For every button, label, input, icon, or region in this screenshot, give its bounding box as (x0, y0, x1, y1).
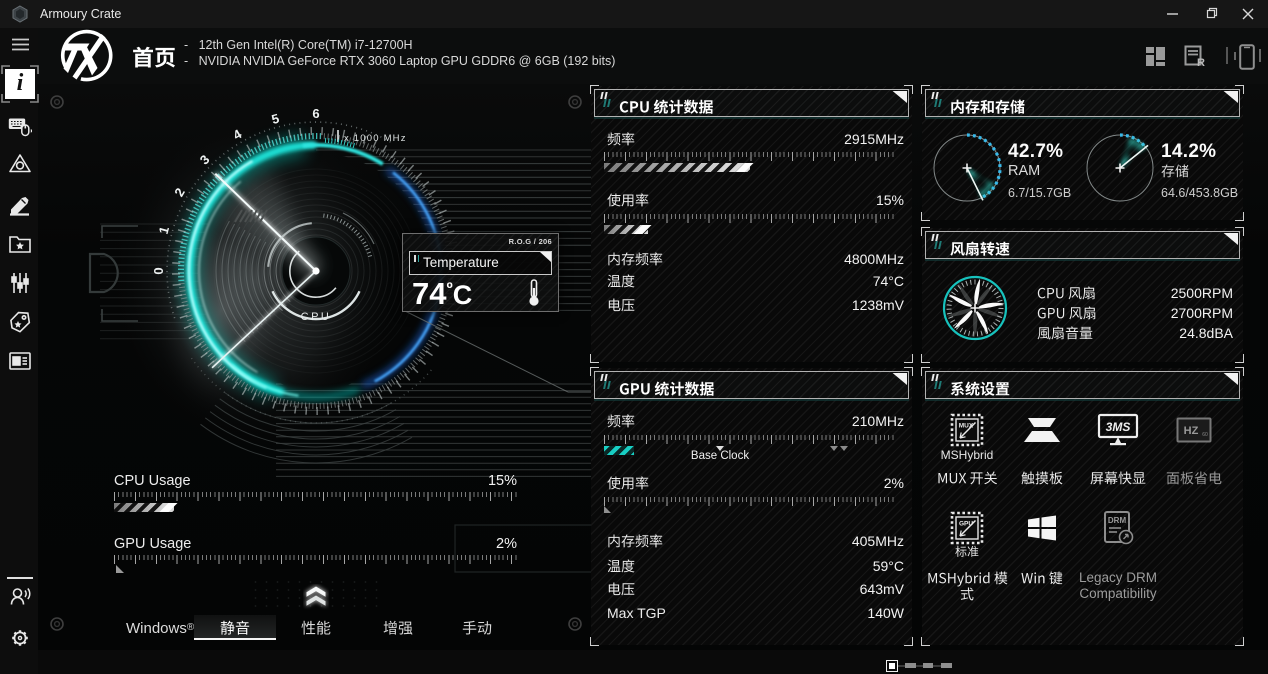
svg-text:60: 60 (1202, 432, 1208, 438)
svg-text:DRM: DRM (1108, 516, 1127, 525)
svg-text:R: R (1197, 57, 1205, 68)
svg-text:3MS: 3MS (1106, 420, 1131, 434)
svg-text:HZ: HZ (1184, 425, 1199, 437)
svg-text:0: 0 (151, 267, 166, 274)
svg-text:CPU: CPU (301, 311, 332, 323)
svg-text:6: 6 (312, 106, 319, 121)
svg-text:x 1000 MHz: x 1000 MHz (344, 133, 407, 144)
